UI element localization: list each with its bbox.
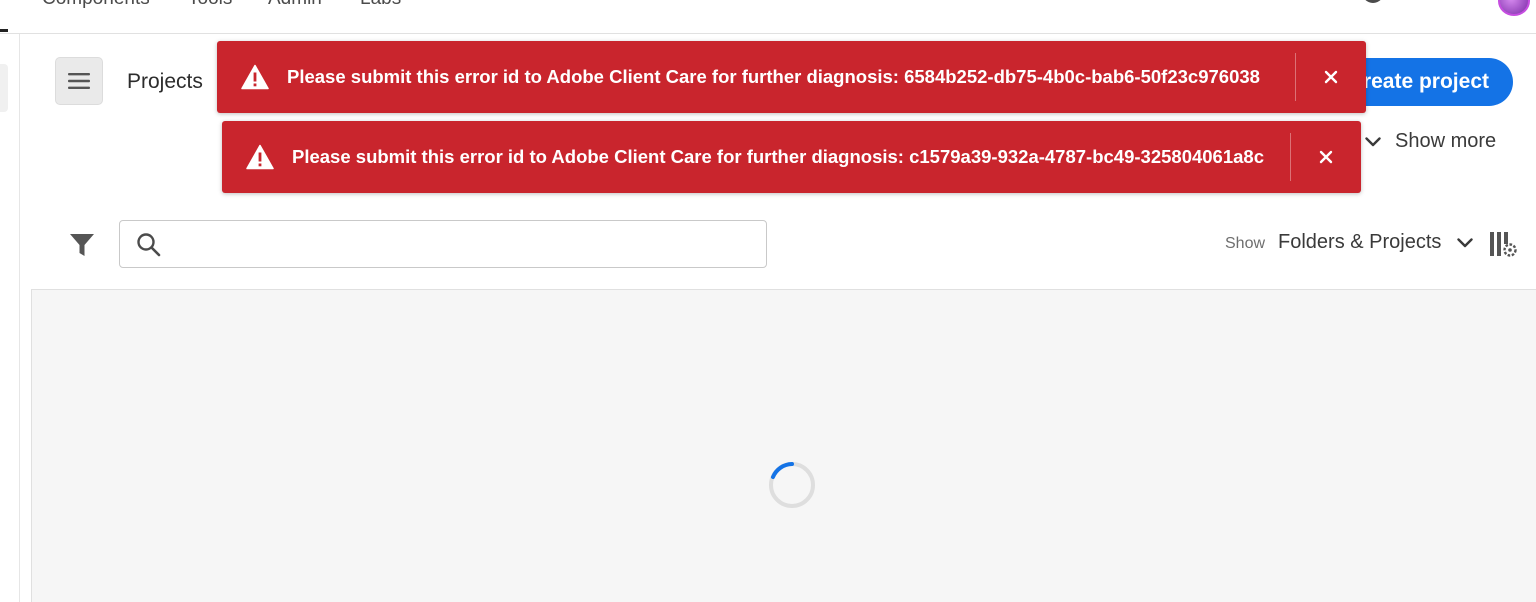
avatar[interactable]: [1498, 0, 1530, 16]
filter-icon[interactable]: [69, 232, 95, 258]
apps-icon[interactable]: [1287, 0, 1313, 12]
main-content: Projects Create project Show more Show F…: [21, 34, 1536, 602]
nav-active-indicator: [0, 29, 8, 32]
hamburger-icon: [68, 73, 90, 89]
nav-item-admin[interactable]: Admin: [268, 0, 322, 10]
page-title: Projects: [127, 70, 203, 93]
toast-message: Please submit this error id to Adobe Cli…: [287, 66, 1260, 87]
chevron-down-icon: [1365, 136, 1381, 146]
show-label: Show: [1225, 235, 1266, 252]
left-rail: [0, 34, 20, 602]
search-field[interactable]: [119, 220, 767, 268]
top-navigation: Components Tools Admin Labs: [0, 0, 1536, 34]
error-toast: Please submit this error id to Adobe Cli…: [222, 121, 1361, 193]
nav-item-components[interactable]: Components: [42, 0, 150, 10]
left-rail-tab[interactable]: [0, 64, 8, 112]
show-select[interactable]: Folders & Projects: [1278, 231, 1474, 254]
warning-icon: [241, 64, 269, 90]
projects-content-panel: [31, 289, 1536, 602]
error-toast: Please submit this error id to Adobe Cli…: [217, 41, 1366, 113]
show-select-value: Folders & Projects: [1278, 231, 1442, 253]
column-settings-icon[interactable]: [1489, 230, 1517, 258]
nav-item-labs[interactable]: Labs: [360, 0, 401, 10]
toast-close-button[interactable]: [1296, 41, 1366, 113]
show-more-toggle[interactable]: Show more: [1365, 130, 1496, 153]
toast-close-button[interactable]: [1291, 121, 1361, 193]
nav-item-tools[interactable]: Tools: [188, 0, 232, 10]
help-icon[interactable]: [1360, 0, 1386, 12]
search-icon: [137, 233, 161, 257]
chevron-down-icon: [1457, 237, 1474, 247]
bell-icon[interactable]: [1432, 0, 1458, 12]
toast-message: Please submit this error id to Adobe Cli…: [292, 146, 1264, 167]
show-more-label: Show more: [1395, 130, 1497, 152]
close-icon: [1324, 70, 1338, 84]
menu-toggle-button[interactable]: [55, 57, 103, 105]
close-icon: [1319, 150, 1333, 164]
search-input[interactable]: [172, 229, 752, 261]
warning-icon: [246, 144, 274, 170]
spinner-icon: [769, 462, 815, 508]
